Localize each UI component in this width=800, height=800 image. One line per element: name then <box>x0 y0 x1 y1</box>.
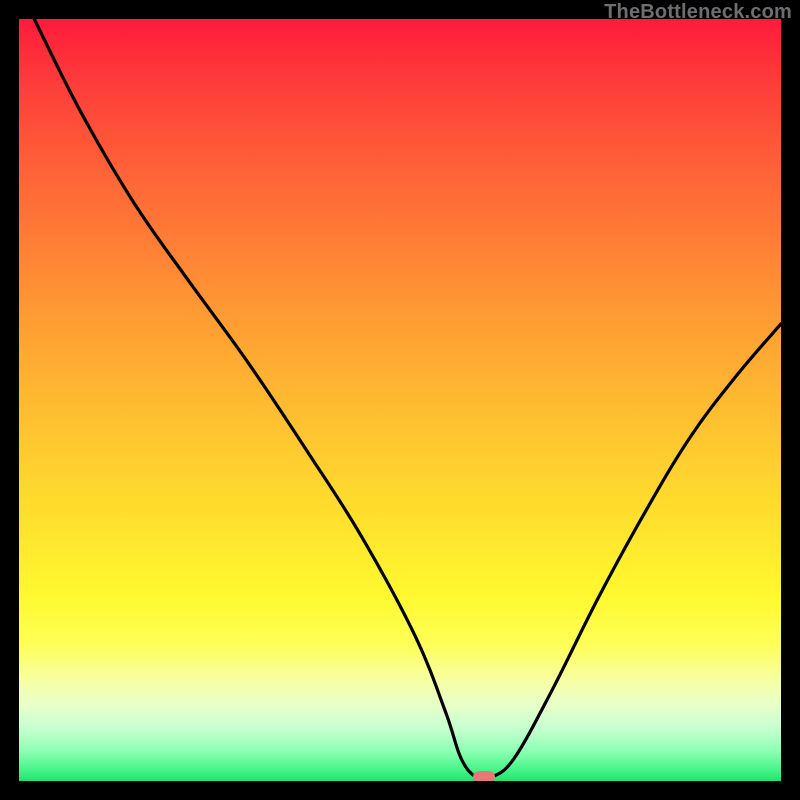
chart-frame: TheBottleneck.com <box>0 0 800 800</box>
watermark-text: TheBottleneck.com <box>604 1 792 24</box>
plot-area <box>19 19 781 781</box>
bottleneck-curve <box>19 19 781 781</box>
optimal-point-marker <box>473 771 495 781</box>
